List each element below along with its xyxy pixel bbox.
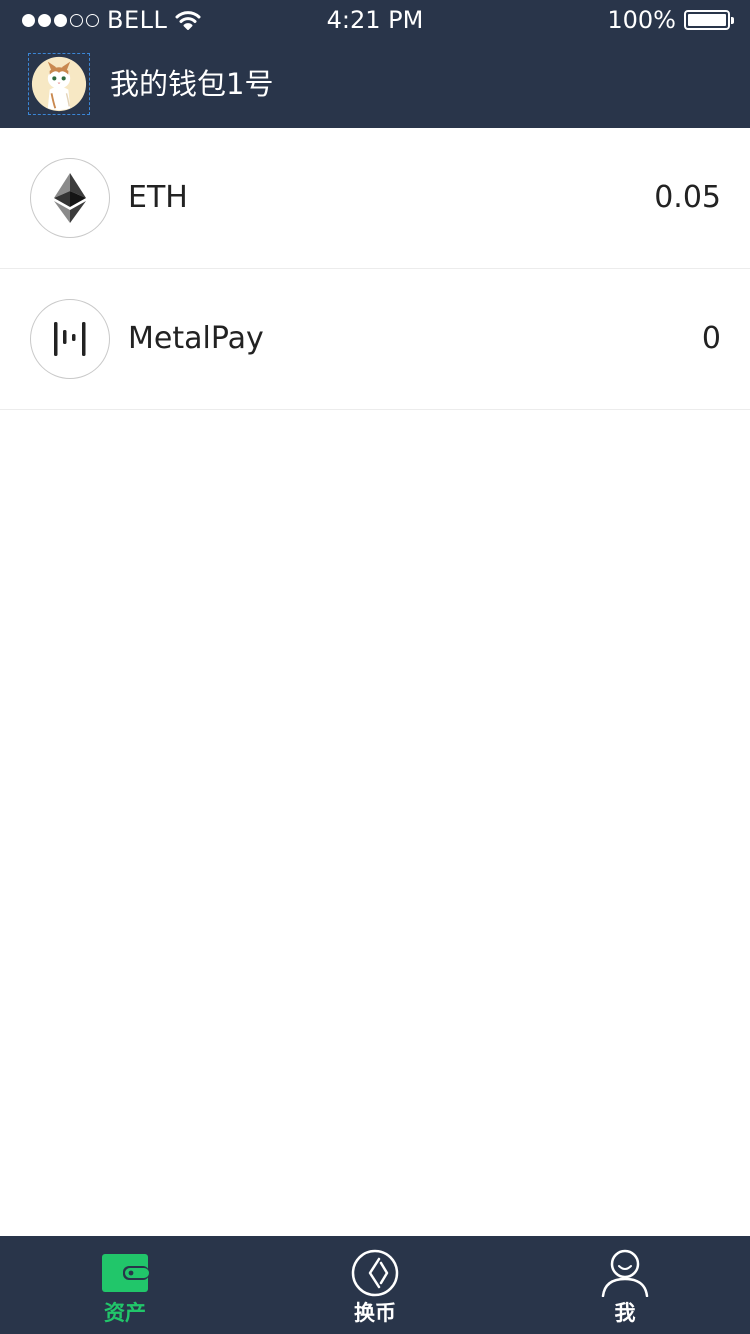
tab-me[interactable]: 我 [500, 1236, 750, 1334]
tab-label: 我 [614, 1301, 636, 1325]
tab-exchange[interactable]: 换币 [250, 1236, 500, 1334]
asset-balance: 0.05 [654, 180, 721, 215]
metalpay-icon [30, 299, 110, 379]
battery-percentage: 100% [607, 6, 676, 34]
asset-name: MetalPay [128, 321, 264, 356]
header: BELL 4:21 PM 100% 我的钱包1号 [0, 0, 750, 128]
exchange-icon [351, 1249, 399, 1297]
wallet-title-row: 我的钱包1号 [28, 53, 273, 115]
status-bar: BELL 4:21 PM 100% [0, 0, 750, 40]
person-icon [601, 1249, 649, 1297]
asset-balance: 0 [701, 321, 721, 356]
asset-name: ETH [128, 180, 188, 215]
tab-assets[interactable]: 资产 [0, 1236, 250, 1334]
tab-label: 换币 [354, 1301, 396, 1325]
ethereum-icon [30, 158, 110, 238]
battery-icon [684, 10, 734, 30]
tab-bar: 资产 换币 我 [0, 1236, 750, 1334]
asset-row-metalpay[interactable]: MetalPay 0 [0, 269, 750, 410]
asset-list: ETH 0.05 MetalPay 0 [0, 128, 750, 410]
status-right: 100% [607, 6, 734, 34]
asset-row-eth[interactable]: ETH 0.05 [0, 128, 750, 269]
avatar[interactable] [28, 53, 90, 115]
cat-avatar-icon [31, 56, 87, 112]
tab-label: 资产 [104, 1301, 146, 1325]
wallet-name[interactable]: 我的钱包1号 [110, 68, 273, 100]
wallet-icon [102, 1254, 149, 1292]
